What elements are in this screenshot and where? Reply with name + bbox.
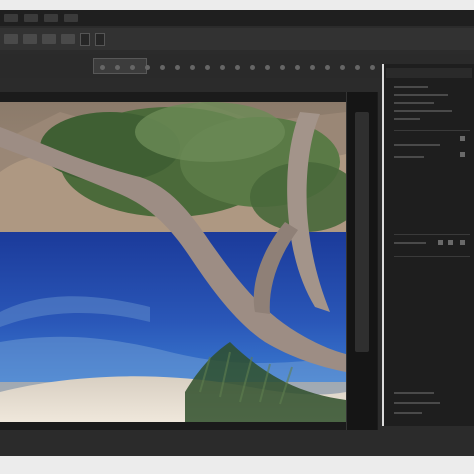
options-bar bbox=[0, 28, 474, 50]
panel-line bbox=[394, 118, 420, 120]
panel-line bbox=[394, 86, 428, 88]
panel-line bbox=[394, 144, 440, 146]
toolbar-icon[interactable] bbox=[250, 64, 255, 70]
panel-divider bbox=[394, 234, 470, 235]
panel-option-icon[interactable] bbox=[448, 240, 453, 245]
tool-option-button[interactable] bbox=[23, 34, 37, 44]
toolbar-icon[interactable] bbox=[160, 64, 165, 70]
panel-line bbox=[394, 402, 440, 404]
panel-option-icon[interactable] bbox=[460, 152, 465, 157]
panel-option-icon[interactable] bbox=[438, 240, 443, 245]
menu-item[interactable] bbox=[24, 14, 38, 22]
canvas-area[interactable] bbox=[0, 92, 378, 434]
toolbar-icon[interactable] bbox=[115, 64, 120, 70]
panel-line bbox=[394, 102, 434, 104]
vertical-scrollbar[interactable] bbox=[346, 92, 377, 434]
toolbar-icon[interactable] bbox=[205, 64, 210, 70]
toolbar-icon[interactable] bbox=[145, 64, 150, 70]
panel-line bbox=[394, 110, 452, 112]
toolbar-icon[interactable] bbox=[355, 64, 360, 70]
panel-line bbox=[394, 94, 448, 96]
status-bar bbox=[0, 430, 378, 444]
option-field[interactable] bbox=[80, 32, 90, 46]
panel-line bbox=[394, 156, 424, 158]
tool-preset-button[interactable] bbox=[4, 34, 18, 44]
scene-canvas[interactable] bbox=[0, 102, 346, 422]
toolbar-icon[interactable] bbox=[340, 64, 345, 70]
panel-line bbox=[394, 242, 426, 244]
panel-tab[interactable] bbox=[386, 68, 472, 78]
toolbar-icon[interactable] bbox=[220, 64, 225, 70]
panel-option-icon[interactable] bbox=[460, 136, 465, 141]
panel-option-icon[interactable] bbox=[460, 240, 465, 245]
beach-tree-scene bbox=[0, 102, 346, 422]
toolbar-icon[interactable] bbox=[295, 64, 300, 70]
panel-line bbox=[394, 412, 422, 414]
menu-bar bbox=[0, 10, 474, 26]
toolbar-icon[interactable] bbox=[370, 64, 375, 70]
toolbar-icon[interactable] bbox=[235, 64, 240, 70]
menu-item[interactable] bbox=[44, 14, 58, 22]
toolbar-icon[interactable] bbox=[325, 64, 330, 70]
scrollbar-thumb[interactable] bbox=[355, 112, 369, 352]
panel-divider bbox=[394, 256, 470, 257]
toolbar-icon[interactable] bbox=[130, 64, 135, 70]
panel-line bbox=[394, 392, 434, 394]
toolbar-icon[interactable] bbox=[265, 64, 270, 70]
tool-option-button[interactable] bbox=[42, 34, 56, 44]
toolbar-icon[interactable] bbox=[190, 64, 195, 70]
toolbar-icon[interactable] bbox=[280, 64, 285, 70]
option-field[interactable] bbox=[95, 32, 105, 46]
menu-item[interactable] bbox=[64, 14, 78, 22]
right-panel bbox=[382, 64, 474, 426]
toolbar-icon[interactable] bbox=[175, 64, 180, 70]
toolbar-icon[interactable] bbox=[310, 64, 315, 70]
tool-option-button[interactable] bbox=[61, 34, 75, 44]
toolbar-icon[interactable] bbox=[100, 64, 105, 70]
menu-item[interactable] bbox=[4, 14, 18, 22]
panel-divider bbox=[394, 130, 470, 131]
